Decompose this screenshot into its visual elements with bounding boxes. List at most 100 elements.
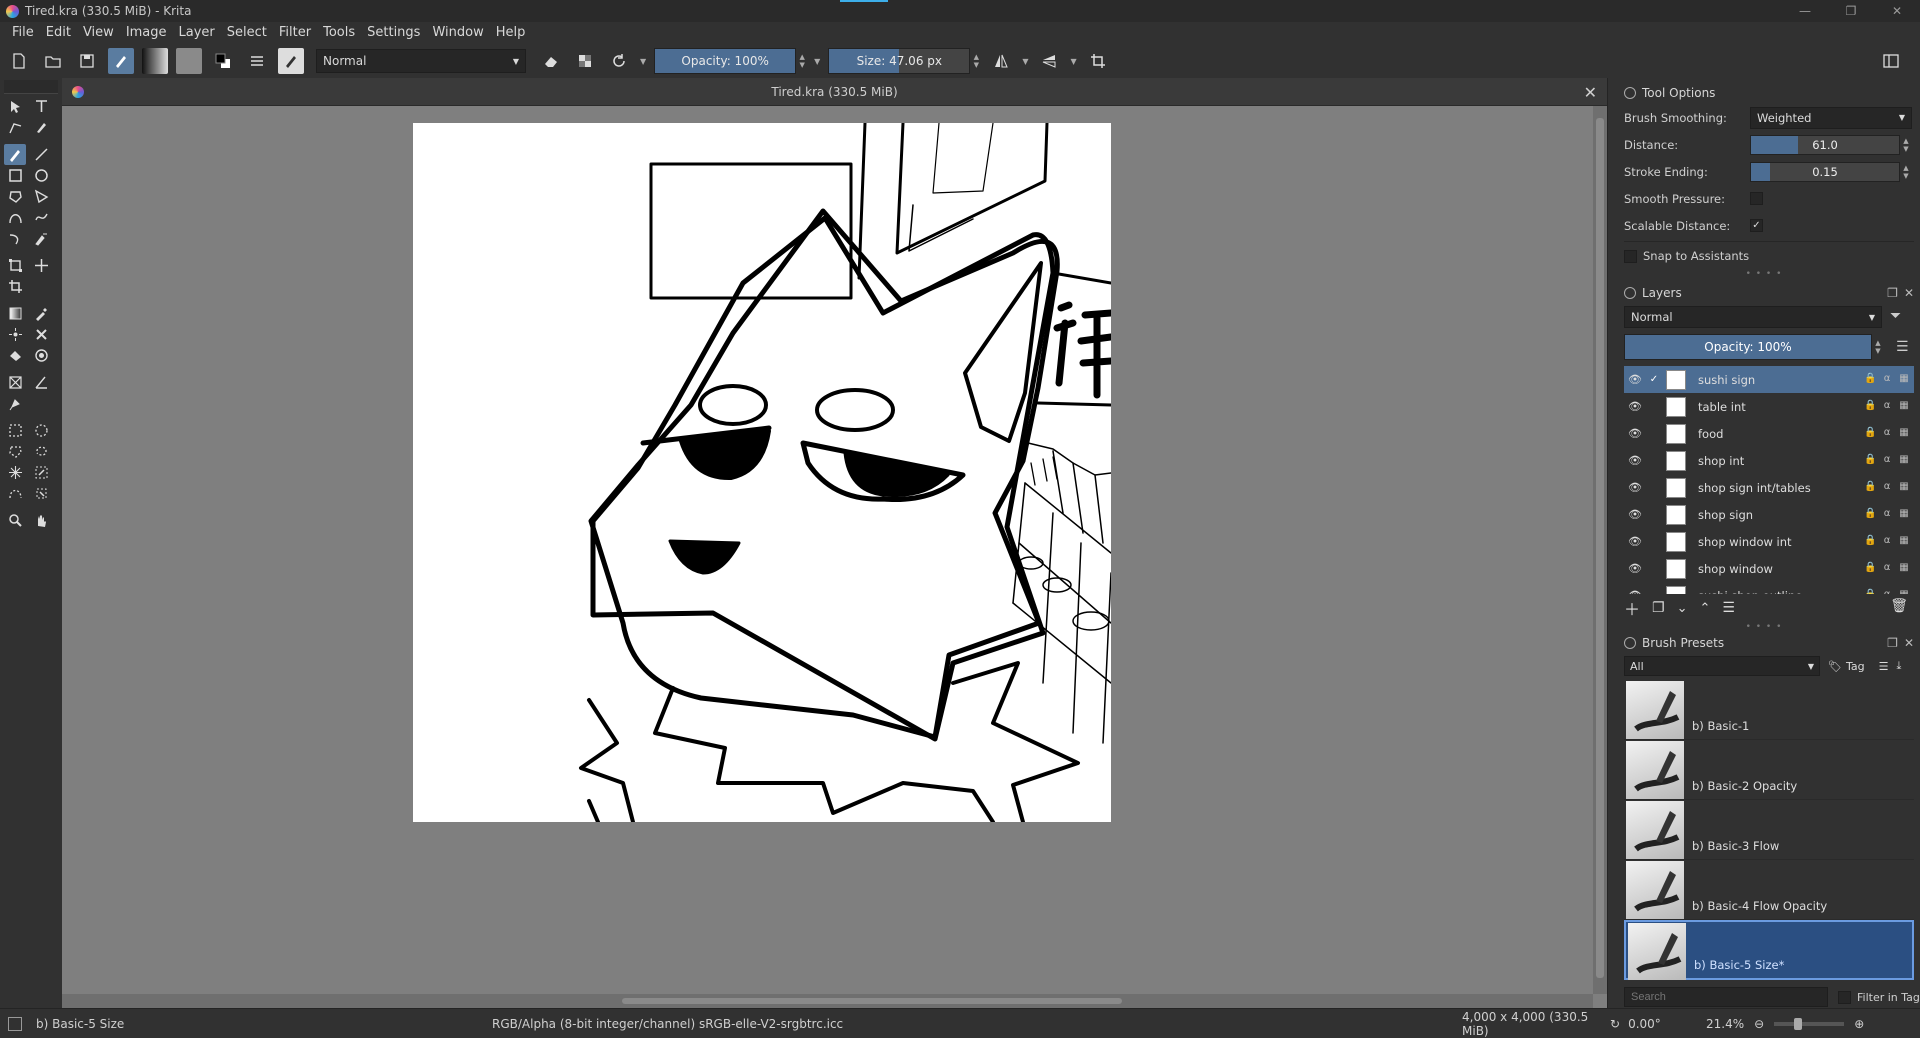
docker-splitter[interactable]: • • • • (1608, 622, 1920, 632)
menu-edit[interactable]: Edit (40, 22, 77, 44)
move-tool-icon[interactable] (30, 255, 52, 276)
alpha-lock-icon[interactable]: α (1881, 481, 1893, 492)
magnetic-selection-tool-icon[interactable] (30, 483, 52, 504)
inherit-alpha-icon[interactable]: ▦ (1898, 427, 1910, 438)
menu-filter[interactable]: Filter (273, 22, 317, 44)
zoom-out-icon[interactable]: ⊖ (1754, 1017, 1764, 1031)
chevron-down-icon[interactable]: ▼ (1070, 57, 1076, 66)
similar-selection-tool-icon[interactable] (30, 462, 52, 483)
layer-row[interactable]: 👁 shop window int 🔒 α ▦ (1624, 528, 1914, 555)
alpha-lock-icon[interactable]: α (1881, 427, 1893, 438)
layer-select-checkbox[interactable] (1648, 563, 1660, 575)
float-docker-icon[interactable]: ❐ (1887, 286, 1898, 300)
assistant-tool-icon[interactable] (4, 372, 26, 393)
opacity-spinner[interactable]: ▲ ▼ (796, 48, 808, 74)
inherit-alpha-icon[interactable]: ▦ (1898, 535, 1910, 546)
layer-row[interactable]: 👁 food 🔒 α ▦ (1624, 420, 1914, 447)
zoom-slider-knob[interactable] (1794, 1017, 1803, 1030)
reference-images-tool-icon[interactable] (4, 393, 26, 414)
alpha-lock-icon[interactable]: α (1881, 373, 1893, 384)
inherit-alpha-icon[interactable]: ▦ (1898, 481, 1910, 492)
measure-tool-icon[interactable] (30, 372, 52, 393)
preset-tag-select[interactable]: All ▼ (1624, 656, 1820, 676)
select-shapes-tool-icon[interactable] (4, 96, 26, 117)
alpha-lock-icon[interactable]: α (1881, 508, 1893, 519)
rectangular-selection-tool-icon[interactable] (4, 420, 26, 441)
layer-select-checkbox[interactable] (1648, 536, 1660, 548)
eye-icon[interactable]: 👁 (1628, 508, 1642, 521)
menu-window[interactable]: Window (426, 22, 489, 44)
brush-preset-item[interactable]: b) Basic-1 (1624, 680, 1914, 740)
alpha-lock-icon[interactable]: α (1881, 562, 1893, 573)
docker-splitter[interactable]: • • • • (1608, 266, 1920, 282)
inherit-alpha-icon[interactable]: ▦ (1898, 373, 1910, 384)
layer-select-checkbox[interactable] (1648, 455, 1660, 467)
brush-smoothing-select[interactable]: Weighted ▼ (1750, 106, 1912, 129)
bezier-tool-icon[interactable] (4, 207, 26, 228)
crop-tool-icon[interactable] (4, 276, 26, 297)
chevron-down-icon[interactable]: ▼ (1022, 57, 1028, 66)
layer-opacity-spinner[interactable]: ▲ ▼ (1872, 334, 1884, 360)
colorize-mask-tool-icon[interactable] (4, 324, 26, 345)
enclose-fill-tool-icon[interactable] (30, 345, 52, 366)
layer-row[interactable]: 👁 shop sign 🔒 α ▦ (1624, 501, 1914, 528)
eye-icon[interactable]: 👁 (1628, 535, 1642, 548)
lock-icon[interactable]: 🔒 (1864, 562, 1876, 573)
freehand-brush-tool-icon[interactable] (4, 144, 26, 165)
mirror-vertical-icon[interactable] (1036, 48, 1062, 74)
polygonal-selection-tool-icon[interactable] (4, 441, 26, 462)
docker-lock-icon[interactable] (1624, 87, 1636, 99)
delete-layer-icon[interactable]: 🗑 (1890, 598, 1908, 614)
line-tool-icon[interactable] (30, 144, 52, 165)
scalable-distance-checkbox[interactable]: ✓ (1750, 219, 1763, 232)
inherit-alpha-icon[interactable]: ▦ (1898, 400, 1910, 411)
gradient-tool-icon[interactable] (4, 303, 26, 324)
ellipse-tool-icon[interactable] (30, 165, 52, 186)
layer-row[interactable]: 👁 shop sign int/tables 🔒 α ▦ (1624, 474, 1914, 501)
snap-assistants-checkbox[interactable] (1624, 249, 1637, 263)
menu-tools[interactable]: Tools (317, 22, 361, 44)
menu-layer[interactable]: Layer (173, 22, 221, 44)
lock-icon[interactable]: 🔒 (1864, 373, 1876, 384)
move-layer-down-icon[interactable]: ⌄ (1677, 601, 1688, 616)
bookmark-icon[interactable]: 🏷 (1828, 660, 1842, 673)
layer-select-checkbox[interactable] (1648, 401, 1660, 413)
close-window-button[interactable]: ✕ (1874, 0, 1920, 22)
layer-row[interactable]: 👁 shop window 🔒 α ▦ (1624, 555, 1914, 582)
brush-settings-icon[interactable] (244, 48, 270, 74)
tag-button[interactable]: Tag (1846, 660, 1865, 673)
opacity-slider[interactable]: Opacity: 100% (654, 48, 797, 74)
brush-preset-item[interactable]: b) Basic-4 Flow Opacity (1624, 860, 1914, 920)
transform-tool-icon[interactable] (4, 255, 26, 276)
edit-shapes-tool-icon[interactable] (4, 117, 26, 138)
horizontal-scroll-thumb[interactable] (622, 998, 1122, 1004)
float-docker-icon[interactable]: ❐ (1887, 636, 1898, 650)
preset-search-input[interactable] (1624, 987, 1828, 1007)
horizontal-scrollbar[interactable] (62, 994, 1593, 1008)
eraser-icon[interactable] (538, 48, 564, 74)
wrap-around-icon[interactable] (1085, 48, 1111, 74)
restore-button[interactable]: ❐ (1828, 0, 1874, 22)
inherit-alpha-icon[interactable]: ▦ (1898, 562, 1910, 573)
text-tool-icon[interactable] (30, 96, 52, 117)
menu-select[interactable]: Select (221, 22, 273, 44)
polyline-tool-icon[interactable] (30, 186, 52, 207)
layer-properties-icon[interactable]: ☰ (1722, 600, 1735, 616)
zoom-control[interactable]: 21.4% ⊖ ⊕ (1706, 1017, 1864, 1031)
open-folder-icon[interactable] (40, 48, 66, 74)
eye-icon[interactable]: 👁 (1628, 481, 1642, 494)
pan-tool-icon[interactable] (30, 510, 52, 531)
layer-row[interactable]: 👁 shop int 🔒 α ▦ (1624, 447, 1914, 474)
reload-preset-icon[interactable] (606, 48, 632, 74)
eye-icon[interactable]: 👁 (1628, 400, 1642, 413)
bezier-selection-tool-icon[interactable] (4, 483, 26, 504)
zoom-slider[interactable] (1774, 1017, 1845, 1030)
menu-image[interactable]: Image (120, 22, 173, 44)
gradient-icon[interactable] (142, 48, 168, 74)
layer-row[interactable]: 👁sushi shop outline🔒α▦ (1624, 582, 1914, 594)
close-docker-icon[interactable]: ✕ (1904, 636, 1914, 650)
alpha-lock-icon[interactable]: α (1881, 454, 1893, 465)
workspace-chooser-icon[interactable] (1878, 48, 1904, 74)
multibrush-tool-icon[interactable] (30, 228, 52, 249)
chevron-down-icon[interactable]: ▼ (814, 57, 820, 66)
